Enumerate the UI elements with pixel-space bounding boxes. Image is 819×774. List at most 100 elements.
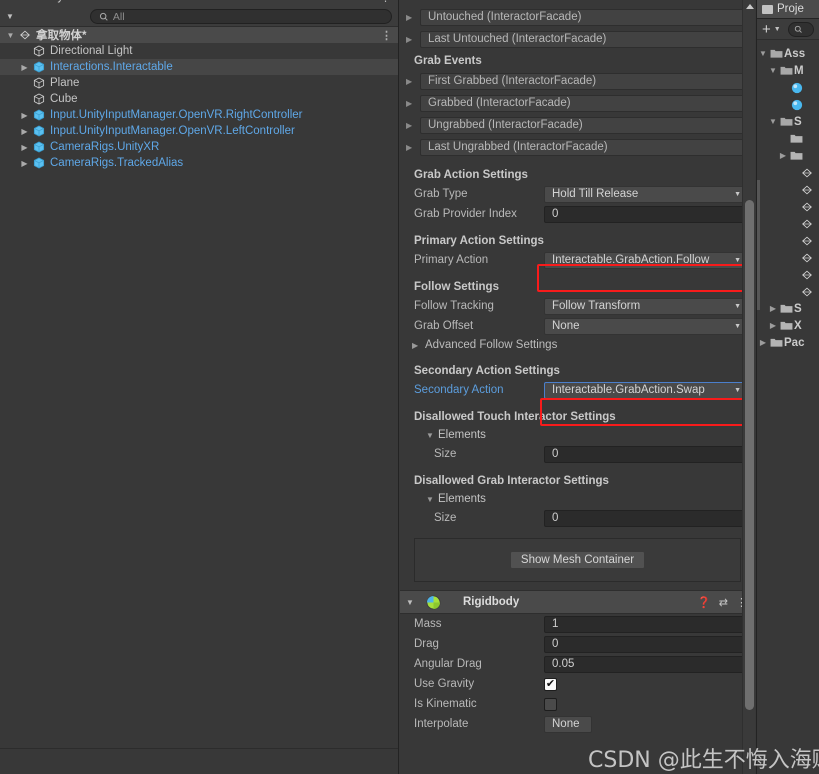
project-row-1[interactable]: ▼ M	[757, 62, 819, 79]
triangle-right-icon[interactable]: ▶	[18, 159, 31, 168]
event-row-grab-1[interactable]: ▶ Grabbed (InteractorFacade)	[400, 92, 755, 114]
folder-open-icon	[779, 65, 794, 76]
disallowed-grab-size-input[interactable]: 0	[544, 509, 746, 527]
grab-offset-dropdown[interactable]: None ▼	[544, 317, 746, 335]
triangle-right-icon[interactable]: ▶	[406, 35, 420, 44]
triangle-down-icon[interactable]: ▼	[406, 598, 420, 607]
help-icon[interactable]: ❓	[697, 596, 711, 609]
rigidbody-component-header[interactable]: ▼ Rigidbody ❓ ⇄ ⋮	[400, 590, 755, 614]
scroll-up-arrow-icon[interactable]	[746, 4, 754, 9]
project-tree[interactable]: ▼ Ass ▼ M ▼ S ▶ ▶ S ▶ X ▶ Pac	[757, 40, 819, 351]
project-row-8[interactable]	[757, 181, 819, 198]
project-row-10[interactable]	[757, 215, 819, 232]
primary-action-dropdown[interactable]: Interactable.GrabAction.Follow ▼	[544, 251, 746, 269]
hierarchy-search-input[interactable]: All	[89, 9, 392, 24]
triangle-down-icon[interactable]: ▼	[757, 49, 769, 58]
hierarchy-item-camerarigs-unityxr[interactable]: ▶ CameraRigs.UnityXR	[0, 139, 398, 155]
triangle-right-icon[interactable]: ▶	[406, 121, 420, 130]
project-search-input[interactable]	[787, 21, 814, 37]
triangle-right-icon[interactable]: ▶	[18, 63, 31, 72]
drag-input[interactable]: 0	[544, 635, 746, 653]
project-row-0[interactable]: ▼ Ass	[757, 45, 819, 62]
tab-project[interactable]: Proje	[757, 0, 819, 19]
project-row-12[interactable]	[757, 249, 819, 266]
event-row-top-0[interactable]: ▶ Untouched (InteractorFacade)	[400, 6, 755, 28]
scene-context-menu-icon[interactable]: ⋮	[381, 29, 392, 42]
hierarchy-item-interactions-interactable[interactable]: ▶ Interactions.Interactable	[0, 59, 398, 75]
tab-hierarchy[interactable]: Hierarchy	[14, 0, 63, 3]
hierarchy-item-cube[interactable]: Cube	[0, 91, 398, 107]
grab-provider-index-input[interactable]: 0	[544, 205, 746, 223]
project-row-14[interactable]	[757, 283, 819, 300]
primary-action-label: Primary Action	[414, 254, 489, 266]
maximize-icon[interactable]: ❐	[364, 0, 373, 3]
triangle-down-icon[interactable]: ▼	[4, 31, 17, 40]
project-row-7[interactable]	[757, 164, 819, 181]
triangle-right-icon[interactable]: ▶	[406, 143, 420, 152]
inspector-scrollbar[interactable]	[742, 0, 755, 774]
project-row-13[interactable]	[757, 266, 819, 283]
grab-type-label: Grab Type	[414, 188, 468, 200]
show-mesh-container-button[interactable]: Show Mesh Container	[509, 551, 646, 569]
event-row-grab-3[interactable]: ▶ Last Ungrabbed (InteractorFacade)	[400, 136, 755, 158]
triangle-right-icon[interactable]: ▶	[767, 304, 779, 313]
hierarchy-item-input-unityinputmanager-openvr-rightcontroller[interactable]: ▶ Input.UnityInputManager.OpenVR.RightCon…	[0, 107, 398, 123]
hierarchy-item-input-unityinputmanager-openvr-leftcontroller[interactable]: ▶ Input.UnityInputManager.OpenVR.LeftCont…	[0, 123, 398, 139]
add-asset-icon[interactable]: +	[762, 22, 771, 37]
triangle-right-icon[interactable]: ▶	[18, 143, 31, 152]
triangle-right-icon[interactable]: ▶	[406, 99, 420, 108]
hierarchy-item-plane[interactable]: Plane	[0, 75, 398, 91]
hierarchy-item-camerarigs-trackedalias[interactable]: ▶ CameraRigs.TrackedAlias	[0, 155, 398, 171]
triangle-down-icon[interactable]: ▼	[767, 66, 779, 75]
triangle-right-icon[interactable]: ▶	[406, 77, 420, 86]
event-row-grab-2[interactable]: ▶ Ungrabbed (InteractorFacade)	[400, 114, 755, 136]
inspector-scrollbar-thumb[interactable]	[745, 200, 754, 710]
disallowed-grab-elements-foldout[interactable]: ▼ Elements	[400, 490, 755, 508]
chevron-down-icon[interactable]: ▼	[774, 26, 781, 33]
interpolate-dropdown[interactable]: None	[544, 715, 592, 733]
triangle-right-icon[interactable]: ▶	[767, 321, 779, 330]
project-toolbar: + ▼	[757, 19, 819, 40]
triangle-right-icon[interactable]: ▶	[757, 338, 769, 347]
triangle-right-icon[interactable]: ▶	[406, 13, 420, 22]
gameobject-cube-icon	[33, 45, 45, 57]
use-gravity-label: Use Gravity	[414, 678, 475, 690]
create-menu-caret-icon[interactable]: ▼	[6, 12, 14, 21]
event-row-top-1[interactable]: ▶ Last Untouched (InteractorFacade)	[400, 28, 755, 50]
triangle-down-icon[interactable]: ▼	[767, 117, 779, 126]
advanced-follow-settings-foldout[interactable]: ▶ Advanced Follow Settings	[400, 336, 755, 354]
preset-icon[interactable]: ⇄	[719, 596, 728, 609]
project-row-3[interactable]	[757, 96, 819, 113]
triangle-right-icon[interactable]: ▶	[18, 111, 31, 120]
angular-drag-input[interactable]: 0.05	[544, 655, 746, 673]
follow-tracking-dropdown[interactable]: Follow Transform ▼	[544, 297, 746, 315]
chevron-down-icon: ▼	[734, 322, 741, 330]
hierarchy-tree[interactable]: ▼ 拿取物体* ⋮ Directional Light ▶ Interactions.In…	[0, 27, 398, 171]
disallowed-touch-size-input[interactable]: 0	[544, 445, 746, 463]
project-row-2[interactable]	[757, 79, 819, 96]
project-row-4[interactable]: ▼ S	[757, 113, 819, 130]
grab-type-dropdown[interactable]: Hold Till Release ▼	[544, 185, 746, 203]
project-row-17[interactable]: ▶ Pac	[757, 334, 819, 351]
use-gravity-checkbox[interactable]: ✔	[544, 677, 557, 691]
project-row-15[interactable]: ▶ S	[757, 300, 819, 317]
hierarchy-item-[interactable]: ▼ 拿取物体* ⋮	[0, 27, 398, 43]
triangle-right-icon[interactable]: ▶	[18, 127, 31, 136]
prefab-cube-icon	[33, 125, 45, 137]
project-row-6[interactable]: ▶	[757, 147, 819, 164]
event-label: Untouched (InteractorFacade)	[420, 8, 747, 26]
project-row-11[interactable]	[757, 232, 819, 249]
mass-input[interactable]: 1	[544, 615, 746, 633]
project-row-5[interactable]	[757, 130, 819, 147]
project-splitter[interactable]	[757, 180, 760, 310]
event-row-grab-0[interactable]: ▶ First Grabbed (InteractorFacade)	[400, 70, 755, 92]
panel-menu-icon[interactable]: ⋮	[380, 0, 391, 4]
events-top-group: ▶ Untouched (InteractorFacade) ▶ Last Untou…	[400, 6, 755, 50]
hierarchy-item-directional-light[interactable]: Directional Light	[0, 43, 398, 59]
secondary-action-dropdown[interactable]: Interactable.GrabAction.Swap ▼	[544, 381, 746, 399]
is-kinematic-checkbox[interactable]	[544, 697, 557, 711]
disallowed-touch-elements-foldout[interactable]: ▼ Elements	[400, 426, 755, 444]
triangle-right-icon[interactable]: ▶	[777, 151, 789, 160]
project-row-16[interactable]: ▶ X	[757, 317, 819, 334]
project-row-9[interactable]	[757, 198, 819, 215]
